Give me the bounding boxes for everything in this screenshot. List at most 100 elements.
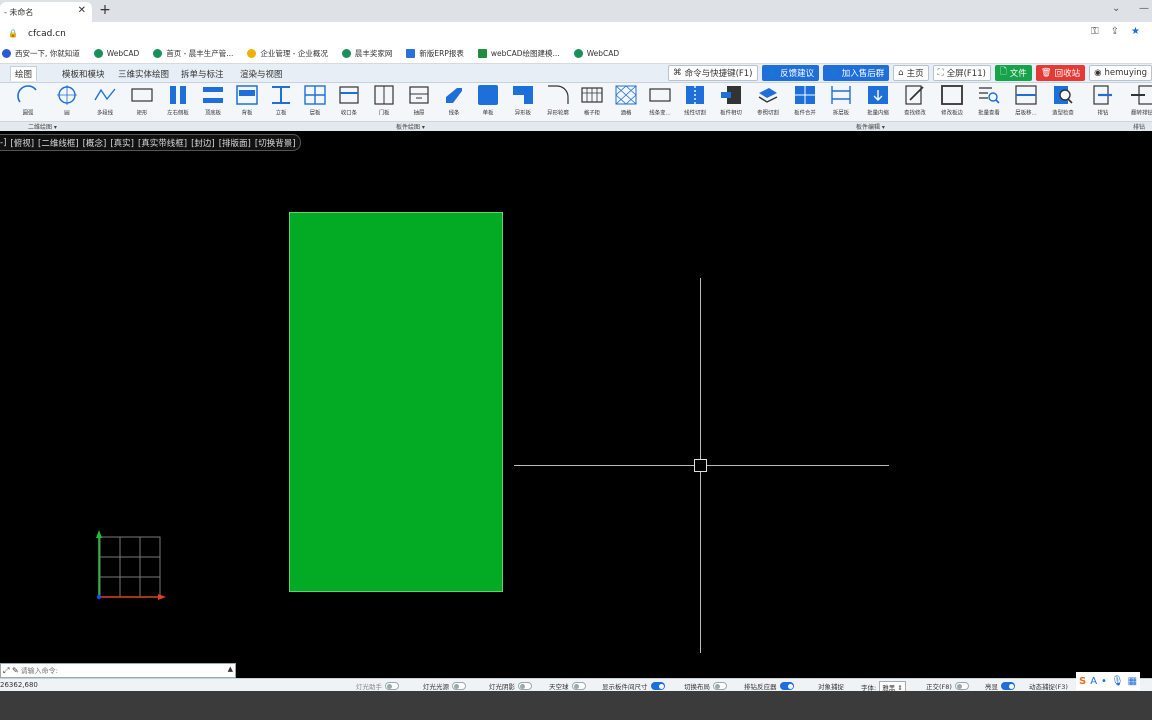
join-group-button[interactable]: 👤 加入售后群 — [823, 65, 890, 81]
status-highlight[interactable]: 亮显 — [985, 681, 1015, 691]
status-object-snap[interactable]: 对象捕捉 — [818, 681, 844, 691]
key-icon[interactable]: ⚿ — [1091, 26, 1099, 37]
recycle-bin-button[interactable]: 🗑 回收站 — [1035, 65, 1086, 81]
tool-door[interactable]: 门板 — [366, 85, 402, 121]
tool-arc[interactable]: 圆弧 — [10, 85, 46, 121]
bookmark-item[interactable]: 晨丰奖家网 — [341, 48, 392, 59]
tab-draw[interactable]: 绘图 — [10, 66, 38, 81]
status-panel-dimensions[interactable]: 显示板件间尺寸 — [602, 681, 665, 691]
fullscreen-button[interactable]: ⛶ 全屏(F11) — [932, 65, 991, 81]
bookmark-item[interactable]: webCAD绘图建模... — [477, 48, 560, 59]
tool-rectangle[interactable]: 矩形 — [124, 85, 160, 121]
toggle-switch[interactable] — [779, 682, 794, 690]
tool-circle[interactable]: 圆 — [49, 85, 85, 121]
command-input[interactable] — [20, 664, 206, 677]
star-icon[interactable]: ★ — [1131, 26, 1140, 37]
tool-grid-cabinet[interactable]: 格子柜 — [574, 85, 610, 121]
ime-toolbar[interactable]: S A • 🎙 ▦ — [1076, 672, 1141, 690]
tool-side-panel[interactable]: 左右侧板 — [160, 85, 196, 121]
url-box[interactable]: 🔒 cfcad.cn — [6, 25, 1088, 42]
status-light-shadow[interactable]: 灯光阴影 — [489, 681, 532, 691]
chevron-down-icon[interactable]: ⌄ — [1112, 3, 1120, 14]
browser-tab[interactable]: - 未命名 ✕ — [0, 2, 92, 22]
expand-icon[interactable]: ⤢ ✎ — [1, 666, 21, 676]
tool-molding-change[interactable]: 线条变... — [642, 85, 678, 121]
tool-wine-rack[interactable]: 酒格 — [608, 85, 644, 121]
tool-linear-cut[interactable]: 线性切割 — [677, 85, 713, 121]
tab-templates[interactable]: 模板和模块 — [58, 67, 109, 81]
bookmark-item[interactable]: 企业管理 - 企业概况 — [247, 48, 328, 59]
toggle-switch[interactable] — [452, 682, 466, 690]
tool-polyline[interactable]: 多段线 — [87, 85, 123, 121]
tool-panel-merge[interactable]: 板件合并 — [787, 85, 823, 121]
minimize-icon[interactable]: — — [1139, 3, 1149, 14]
green-panel[interactable] — [289, 212, 503, 592]
tool-batch-shrink[interactable]: 批量内缩 — [860, 85, 896, 121]
toggle-switch[interactable] — [713, 682, 727, 690]
view-edge-banding[interactable]: [封边] — [191, 137, 215, 149]
toggle-switch[interactable] — [650, 682, 665, 690]
bookmark-item[interactable]: 首页 - 晨丰生产管... — [153, 48, 233, 59]
share-icon[interactable]: ⇪ — [1111, 26, 1119, 37]
tool-shelf[interactable]: 层板 — [297, 85, 333, 121]
close-icon[interactable]: ✕ — [78, 5, 86, 16]
view-realistic-wireframe[interactable]: [真实带线框] — [138, 137, 187, 149]
status-light-helper[interactable]: 灯光助手 — [356, 681, 399, 691]
status-ortho[interactable]: 正交(F8) — [926, 681, 969, 691]
status-dynamic-snap[interactable]: 动态捕捉(F3) — [1029, 681, 1068, 691]
tool-reference-cut[interactable]: 参照切割 — [750, 85, 786, 121]
group-2d-draw[interactable]: 二维绘图 ▾ — [28, 122, 57, 131]
tab-render-view[interactable]: 渲染与视图 — [236, 67, 287, 81]
file-button[interactable]: 🗋 文件 — [994, 65, 1032, 81]
tool-top-bottom-panel[interactable]: 顶底板 — [195, 85, 231, 121]
view-top[interactable]: [俯视] — [10, 137, 34, 149]
view-layout-face[interactable]: [排版面] — [219, 137, 251, 149]
tool-panel-tangent[interactable]: 板件相切 — [713, 85, 749, 121]
tool-drilling[interactable]: 排钻 — [1085, 85, 1121, 121]
user-menu[interactable]: ◉ hemuying — [1089, 65, 1152, 81]
toggle-switch[interactable] — [571, 682, 586, 690]
tab-3d-solid[interactable]: 三维实体绘图 — [114, 67, 173, 81]
view-conceptual[interactable]: [概念] — [83, 137, 107, 149]
tool-drawer[interactable]: 抽屉 — [401, 85, 437, 121]
tool-single-panel[interactable]: 单板 — [470, 85, 506, 121]
tool-find-modify[interactable]: 查找修改 — [897, 85, 933, 121]
tool-shelf-move[interactable]: 层板移... — [1008, 85, 1044, 121]
new-tab-icon[interactable]: + — [98, 2, 112, 18]
tool-shaped-outline[interactable]: 异形轮廓 — [540, 85, 576, 121]
view-switch-background[interactable]: [切换背景] — [255, 137, 296, 149]
feedback-button[interactable]: 👤 反馈建议 — [761, 65, 820, 81]
command-shortcut-button[interactable]: ⌘ 命令与快捷键(F1) — [668, 65, 758, 81]
tool-molding[interactable]: 线条 — [436, 85, 472, 121]
toggle-switch[interactable] — [954, 682, 969, 690]
tool-shaped-panel[interactable]: 异形板 — [505, 85, 541, 121]
bookmark-item[interactable]: 新版ERP报表 — [406, 48, 464, 59]
group-panel-draw[interactable]: 板件绘图 ▾ — [396, 122, 425, 131]
toggle-switch[interactable] — [518, 682, 532, 690]
bookmark-item[interactable]: WebCAD — [573, 49, 619, 58]
toggle-switch[interactable] — [1001, 682, 1015, 690]
tool-back-panel[interactable]: 背板 — [229, 85, 265, 121]
tool-flip-drilling[interactable]: 翻转排钻 — [1124, 85, 1152, 121]
tool-batch-view[interactable]: 批量查看 — [971, 85, 1007, 121]
view-menu-toggle[interactable]: -] — [0, 138, 6, 148]
tool-modify-edge[interactable]: 修改板边 — [934, 85, 970, 121]
tool-split-shelf[interactable]: 拆层板 — [823, 85, 859, 121]
home-button[interactable]: ⌂ 主页 — [893, 65, 929, 81]
bookmark-item[interactable]: 西安一下, 你就知道 — [2, 48, 80, 59]
group-panel-edit[interactable]: 板件编辑 ▾ — [856, 122, 885, 131]
tab-split-annotate[interactable]: 拆单与标注 — [177, 67, 228, 81]
drawing-canvas[interactable] — [0, 131, 1152, 663]
status-switch-layout[interactable]: 切换布局 — [684, 681, 727, 691]
toggle-switch[interactable] — [385, 682, 399, 690]
caret-up-icon[interactable]: ▲ — [228, 665, 233, 673]
status-skybox[interactable]: 天空球 — [549, 681, 586, 691]
tool-closing-strip[interactable]: 收口条 — [331, 85, 367, 121]
status-drill-reactor[interactable]: 排钻反应器 — [744, 681, 794, 691]
tool-shape-check[interactable]: 造型检查 — [1045, 85, 1081, 121]
tool-vertical-panel[interactable]: 立板 — [263, 85, 299, 121]
status-light-source[interactable]: 灯光光源 — [423, 681, 466, 691]
view-realistic[interactable]: [真实] — [110, 137, 134, 149]
view-2d-wireframe[interactable]: [二维线框] — [38, 137, 79, 149]
bookmark-item[interactable]: WebCAD — [93, 49, 139, 58]
